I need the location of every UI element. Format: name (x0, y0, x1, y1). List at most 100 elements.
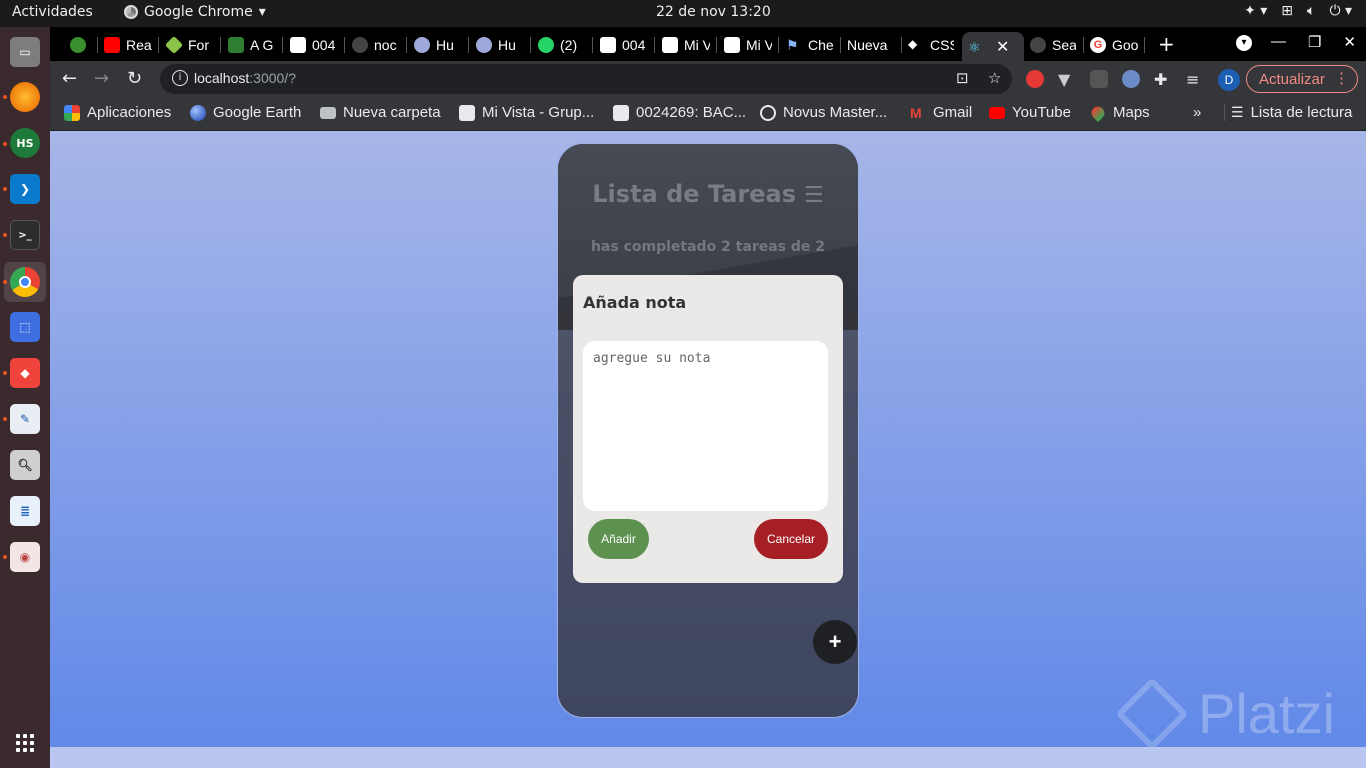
tab-search-icon[interactable]: ▾ (1236, 35, 1252, 51)
tab[interactable] (70, 32, 90, 58)
tab-label: Goo (1112, 37, 1138, 53)
tab[interactable]: G Goo (1090, 32, 1138, 58)
close-window-icon[interactable]: ✕ (1343, 33, 1356, 51)
update-button[interactable]: Actualizar ⋮ (1246, 65, 1358, 93)
tab-label: Che (808, 37, 834, 53)
maximize-icon[interactable]: ❐ (1308, 33, 1321, 51)
reading-list-label: Lista de lectura (1250, 104, 1353, 121)
tab[interactable]: Hu (414, 32, 460, 58)
running-indicator (3, 417, 7, 421)
puzzle-icon (662, 37, 678, 53)
tab-favicon-icon (166, 35, 184, 55)
more-bookmarks-icon[interactable]: » (1193, 104, 1201, 121)
chrome-icon (124, 5, 138, 19)
bookmark-apps[interactable]: Aplicaciones (64, 104, 171, 121)
bookmark-youtube[interactable]: YouTube (989, 104, 1071, 121)
address-bar[interactable]: i localhost:3000/? ⊡ ☆ (160, 64, 1012, 94)
vscode-icon[interactable]: ❯ (10, 174, 40, 204)
tab[interactable]: 004 (600, 32, 648, 58)
back-icon[interactable]: ← (62, 68, 77, 89)
anydesk-icon[interactable]: ◆ (10, 358, 40, 388)
new-tab-button[interactable]: + (1158, 32, 1175, 56)
bookmark-gmail[interactable]: M Gmail (910, 104, 972, 121)
tab-active[interactable]: ⚛ ✕ (962, 32, 1024, 61)
bird-icon: ◆ (908, 37, 918, 51)
minimize-icon[interactable]: — (1271, 33, 1286, 51)
whatsapp-icon (538, 37, 554, 53)
bookmark-mi-vista[interactable]: Mi Vista - Grup... (459, 104, 594, 121)
profile-avatar[interactable]: D (1218, 69, 1240, 91)
url-text[interactable]: localhost:3000/? (194, 70, 296, 86)
tab[interactable]: For (166, 32, 214, 58)
translate-icon[interactable]: ⊡ (956, 69, 969, 87)
tab-label: Hu (498, 37, 516, 53)
firefox-icon[interactable] (10, 82, 40, 112)
tab[interactable]: A G (228, 32, 276, 58)
tab[interactable]: noc (352, 32, 400, 58)
chrome-dock-icon[interactable] (10, 267, 40, 297)
vue-devtools-icon[interactable]: ▼ (1058, 70, 1076, 89)
site-info-icon[interactable]: i (172, 70, 188, 86)
close-tab-icon[interactable]: ✕ (996, 37, 1009, 57)
clock[interactable]: 22 de nov 13:20 (656, 4, 771, 20)
react-icon: ⚛ (968, 38, 981, 55)
document-viewer-icon[interactable]: ◉ (10, 542, 40, 572)
text-editor-icon[interactable]: ✎ (10, 404, 40, 434)
bookmark-novus[interactable]: Novus Master... (760, 104, 887, 121)
platzi-watermark: Platzi (1115, 676, 1335, 751)
tab[interactable]: Nueva (847, 32, 893, 58)
caret-down-icon: ▾ (258, 4, 266, 20)
bookmark-google-earth[interactable]: Google Earth (190, 104, 301, 121)
tab[interactable]: ⚑ Che (786, 32, 834, 58)
tab-favicon-icon (70, 37, 86, 53)
tab[interactable]: ◆ CSS (908, 32, 954, 58)
media-control-icon[interactable]: ≡ (1186, 70, 1204, 89)
tab[interactable]: Sea (1030, 32, 1076, 58)
bookmarks-bar: Aplicaciones Google Earth Nueva carpeta … (50, 97, 1366, 131)
bookmark-label: Nueva carpeta (343, 104, 441, 121)
extension-icon[interactable] (1090, 70, 1108, 88)
update-label: Actualizar (1259, 70, 1325, 88)
power-icon[interactable]: ⏻ ▾ (1329, 3, 1352, 19)
bookmark-star-icon[interactable]: ☆ (988, 69, 1001, 87)
tab[interactable]: Rea (104, 32, 152, 58)
volume-icon[interactable]: 🔈︎ (1307, 3, 1315, 19)
tab[interactable]: Hu (476, 32, 522, 58)
tab[interactable]: (2) (538, 32, 586, 58)
app-menu[interactable]: Google Chrome ▾ (124, 4, 266, 20)
google-icon: G (1090, 37, 1106, 53)
screenshot-icon[interactable]: ⬚ (10, 312, 40, 342)
tab[interactable]: Mi V (724, 32, 772, 58)
extension-icon[interactable] (1026, 70, 1044, 88)
bookmark-folder[interactable]: Nueva carpeta (320, 104, 441, 121)
activities-button[interactable]: Actividades (12, 4, 93, 20)
files-icon[interactable]: ▭ (10, 37, 40, 67)
bookmark-maps[interactable]: Maps (1088, 103, 1150, 122)
show-applications-icon[interactable] (16, 734, 34, 752)
cancel-button[interactable]: Cancelar (754, 519, 828, 559)
bookmark-label: Gmail (933, 104, 973, 121)
tab-label: Sea (1052, 37, 1076, 53)
hs-app-icon[interactable]: HS (10, 128, 40, 158)
folder-icon (320, 106, 336, 119)
app-title: Lista de Tareas ☰ (558, 180, 858, 208)
note-textarea[interactable] (583, 341, 828, 511)
tab[interactable]: 004 (290, 32, 338, 58)
extension-icon[interactable] (1122, 70, 1140, 88)
bookmark-bac[interactable]: 0024269: BAC... (613, 104, 746, 121)
reload-icon[interactable]: ↻ (127, 68, 142, 89)
accessibility-icon[interactable]: ✦ ▾ (1244, 3, 1267, 19)
running-indicator (3, 95, 7, 99)
writer-icon[interactable]: ≣ (10, 496, 40, 526)
terminal-icon[interactable]: >_ (10, 220, 40, 250)
tab[interactable]: Mi V (662, 32, 710, 58)
image-viewer-icon[interactable]: 🔍︎ (10, 450, 40, 480)
system-tray[interactable]: ✦ ▾ ⊞ 🔈︎ ⏻ ▾ (1244, 3, 1352, 19)
add-task-button[interactable]: + (813, 620, 857, 664)
network-icon[interactable]: ⊞ (1281, 3, 1293, 19)
extensions-puzzle-icon[interactable]: ✚ (1154, 70, 1172, 89)
tab-label: Hu (436, 37, 454, 53)
reading-list[interactable]: ☰ Lista de lectura (1224, 104, 1352, 121)
add-button[interactable]: Añadir (588, 519, 649, 559)
forward-icon[interactable]: → (94, 68, 109, 89)
